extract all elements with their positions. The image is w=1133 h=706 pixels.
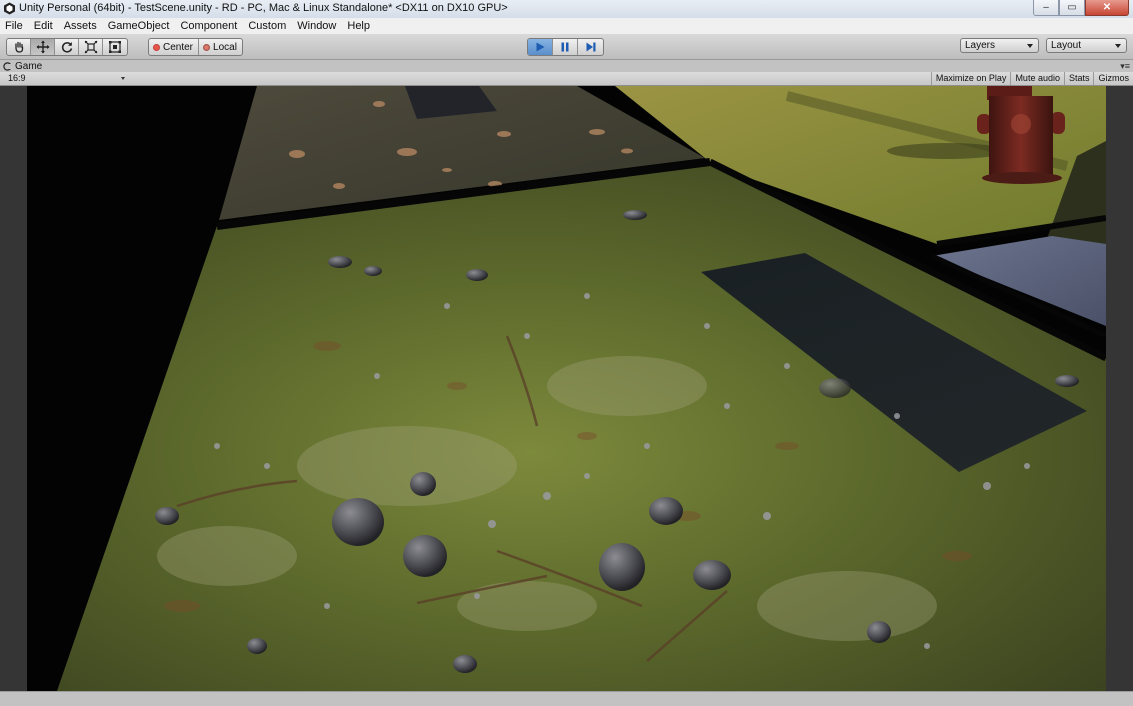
menu-assets[interactable]: Assets [59,18,103,34]
scale-tool-button[interactable] [79,39,103,55]
step-button[interactable] [578,39,603,55]
hand-icon [14,41,23,53]
tab-options-icon[interactable]: ▾≡ [1120,61,1130,72]
hand-tool-button[interactable] [7,39,31,55]
close-icon: ✕ [1102,2,1112,13]
play-icon [536,42,545,52]
menu-edit[interactable]: Edit [29,18,59,34]
rotate-icon [61,42,72,53]
mute-audio-toggle[interactable]: Mute audio [1010,72,1064,85]
play-controls [527,38,604,56]
game-tab-bar: Game ▾≡ [0,60,1133,72]
transform-tools [6,38,128,56]
title-bar: Unity Personal (64bit) - TestScene.unity… [0,0,1133,19]
game-tab-icon [3,61,12,71]
tab-game[interactable]: Game [3,60,42,72]
layers-dropdown[interactable]: Layers [960,38,1039,53]
main-toolbar: Center Local Layers Layout [0,34,1133,60]
menu-component[interactable]: Component [175,18,243,34]
tab-game-label: Game [15,60,43,72]
menu-window[interactable]: Window [292,18,342,34]
pivot-center-label: Center [163,41,194,53]
menu-gameobject[interactable]: GameObject [103,18,176,34]
rect-tool-icon [109,41,121,53]
minimize-icon: – [1043,2,1049,13]
minimize-button[interactable]: – [1033,0,1059,16]
stats-toggle[interactable]: Stats [1063,72,1094,85]
pivot-local-label: Local [213,41,237,53]
game-render [57,86,1106,691]
step-icon [586,42,595,52]
pivot-center-icon [153,43,160,51]
fire-hydrant [977,86,1065,184]
game-view-margin-left [0,86,27,691]
maximize-icon: ▭ [1067,2,1077,13]
chevron-down-icon [1027,44,1033,48]
scale-icon [84,40,97,54]
move-icon [36,40,49,54]
maximize-button[interactable]: ▭ [1059,0,1085,16]
close-button[interactable]: ✕ [1085,0,1129,16]
play-button[interactable] [528,39,553,55]
pause-button[interactable] [553,39,578,55]
rect-tool-button[interactable] [103,39,127,55]
pivot-local-button[interactable]: Local [199,39,242,55]
window-title: Unity Personal (64bit) - TestScene.unity… [19,2,508,14]
move-tool-button[interactable] [31,39,55,55]
layers-label: Layers [965,40,996,51]
game-toolbar: 16:9 Maximize on Play Mute audio Stats G… [0,72,1133,86]
chevron-down-icon [1115,44,1121,48]
menu-bar: File Edit Assets GameObject Component Cu… [0,18,1133,34]
chevron-down-icon [121,77,125,80]
menu-file[interactable]: File [0,18,29,34]
game-view-margin-right [1106,86,1133,691]
menu-help[interactable]: Help [342,18,376,34]
maximize-on-play-toggle[interactable]: Maximize on Play [930,72,1011,85]
menu-custom[interactable]: Custom [243,18,292,34]
unity-logo-icon [4,2,15,15]
status-bar [0,691,1133,706]
layout-dropdown[interactable]: Layout [1046,38,1127,53]
rotate-tool-button[interactable] [55,39,79,55]
pause-icon [561,42,569,52]
aspect-ratio-label: 16:9 [8,73,26,83]
gizmos-dropdown[interactable]: Gizmos [1093,72,1133,85]
pivot-toggles: Center Local [148,38,243,56]
aspect-ratio-dropdown[interactable]: 16:9 [4,72,128,85]
pivot-local-icon [203,43,211,51]
layout-label: Layout [1051,40,1082,51]
game-view[interactable] [27,86,1106,691]
pivot-center-button[interactable]: Center [149,39,200,55]
